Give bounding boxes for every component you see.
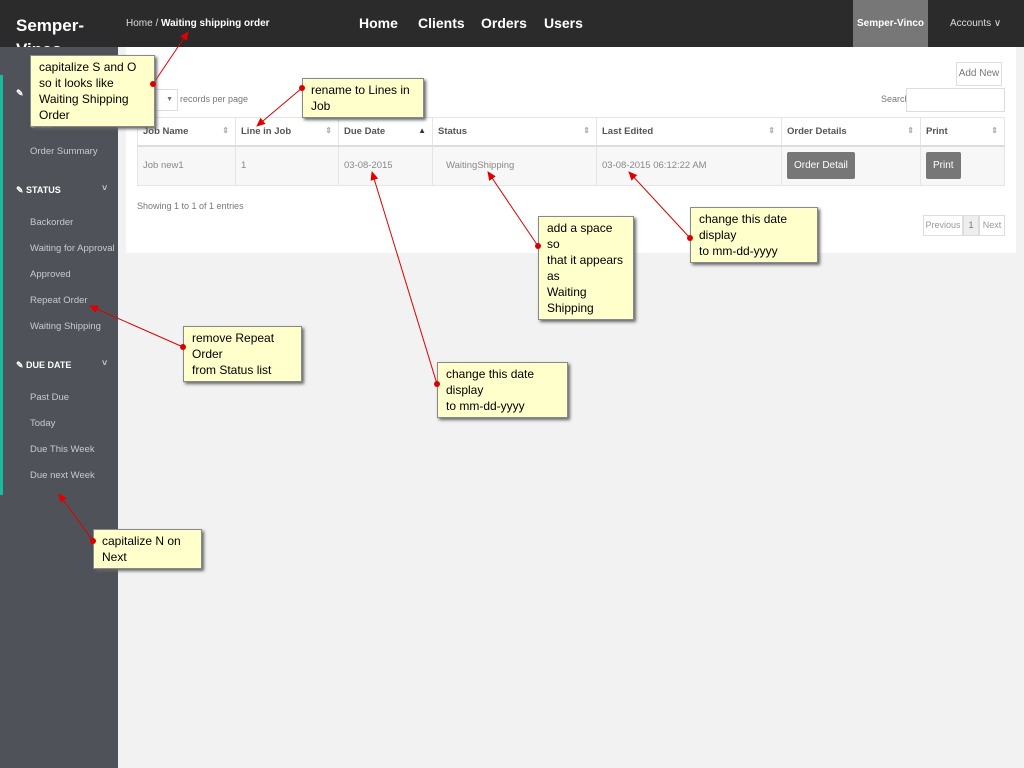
search-input[interactable] [906,88,1005,112]
col-order-details[interactable]: Order Details ⇕ [781,117,921,147]
section-title: STATUS [26,185,61,195]
cell-line: 1 [235,145,339,186]
chevron-down-icon: ˅ [102,358,108,368]
col-status[interactable]: Status ⇕ [432,117,597,147]
sort-icon: ⇕ [325,125,332,135]
sidebar-item-order-summary[interactable]: Order Summary [30,146,98,157]
cell-job-name: Job new1 [137,145,236,186]
annotation-note: change this date display to mm-dd-yyyy [690,207,818,263]
edit-icon: ✎ [16,360,27,370]
annotation-note: rename to Lines in Job [302,78,424,118]
annotation-note: change this date display to mm-dd-yyyy [437,362,568,418]
sidebar-item-due-this-week[interactable]: Due This Week [30,444,95,455]
sort-icon: ⇕ [991,125,998,135]
order-detail-button[interactable]: Order Detail [787,152,855,180]
annotation-note: add a space so that it appears as Waiting … [538,216,634,320]
cell-last-edited: 03-08-2015 06:12:22 AM [596,145,782,186]
cell-order-detail: Order Detail [781,145,921,186]
col-line-in-job[interactable]: Line in Job ⇕ [235,117,339,147]
sidebar-item-approved[interactable]: Approved [30,269,71,280]
edit-icon: ✎ [16,185,27,195]
sidebar-item-past-due[interactable]: Past Due [30,392,69,403]
breadcrumb: Home / Waiting shipping order [126,18,270,29]
sidebar-item-due-next-week[interactable]: Due next Week [30,470,95,481]
sort-icon: ⇕ [907,125,914,135]
sidebar-section-due-date[interactable]: ✎ DUE DATE ˅ [16,358,107,371]
sidebar-section-status[interactable]: ✎ STATUS ˅ [16,183,107,196]
annotation-note: capitalize N on Next [93,529,202,569]
pagination-previous[interactable]: Previous [923,215,963,236]
sort-icon: ⇕ [583,125,590,135]
sort-icon: ⇕ [222,125,229,135]
pagination-page-1[interactable]: 1 [963,215,979,236]
cell-due-date: 03-08-2015 [338,145,433,186]
jobs-table: Job Name ⇕ Line in Job ⇕ Due Date ▲ Status ⇕… [137,117,1005,186]
add-new-button[interactable]: Add New [956,62,1002,86]
section-title: DUE DATE [26,360,72,370]
table-row: Job new1 1 03-08-2015 WaitingShipping 03… [137,145,1005,186]
sidebar-item-backorder[interactable]: Backorder [30,217,73,228]
breadcrumb-home[interactable]: Home [126,18,153,29]
sort-icon: ⇕ [768,125,775,135]
sidebar-item-waiting-approval[interactable]: Waiting for Approval [30,243,115,254]
table-info: Showing 1 to 1 of 1 entries [137,201,244,211]
breadcrumb-current: Waiting shipping order [161,18,270,29]
sidebar-active-indicator [0,75,3,495]
nav-users[interactable]: Users [544,15,583,31]
records-per-page-label: records per page [180,94,249,104]
chevron-down-icon: ˅ [102,183,108,193]
breadcrumb-separator: / [155,18,159,29]
pagination-next[interactable]: Next [979,215,1005,236]
annotation-note: capitalize S and Oso it looks like Waitin… [30,55,155,127]
sort-asc-icon: ▲ [418,125,426,135]
col-due-date[interactable]: Due Date ▲ [338,117,433,147]
account-active[interactable]: Semper-Vinco [853,0,928,47]
col-print[interactable]: Print ⇕ [920,117,1005,147]
nav-home[interactable]: Home [359,15,398,31]
table-header-row: Job Name ⇕ Line in Job ⇕ Due Date ▲ Status ⇕… [137,117,1005,147]
print-button[interactable]: Print [926,152,961,180]
sidebar-item-today[interactable]: Today [30,418,55,429]
sidebar-item-repeat-order[interactable]: Repeat Order [30,295,88,306]
top-navbar: Semper-Vinco Home / Waiting shipping ord… [0,0,1024,59]
annotation-note: remove Repeat Order from Status list [183,326,302,382]
sidebar-item-waiting-shipping[interactable]: Waiting Shipping [30,321,101,332]
nav-orders[interactable]: Orders [481,15,527,31]
cell-status: WaitingShipping [432,145,597,186]
orders-section-icon: ✎ [16,88,24,98]
nav-clients[interactable]: Clients [418,15,465,31]
accounts-menu[interactable]: Accounts ∨ [950,18,1001,29]
col-last-edited[interactable]: Last Edited ⇕ [596,117,782,147]
cell-print: Print [920,145,1005,186]
